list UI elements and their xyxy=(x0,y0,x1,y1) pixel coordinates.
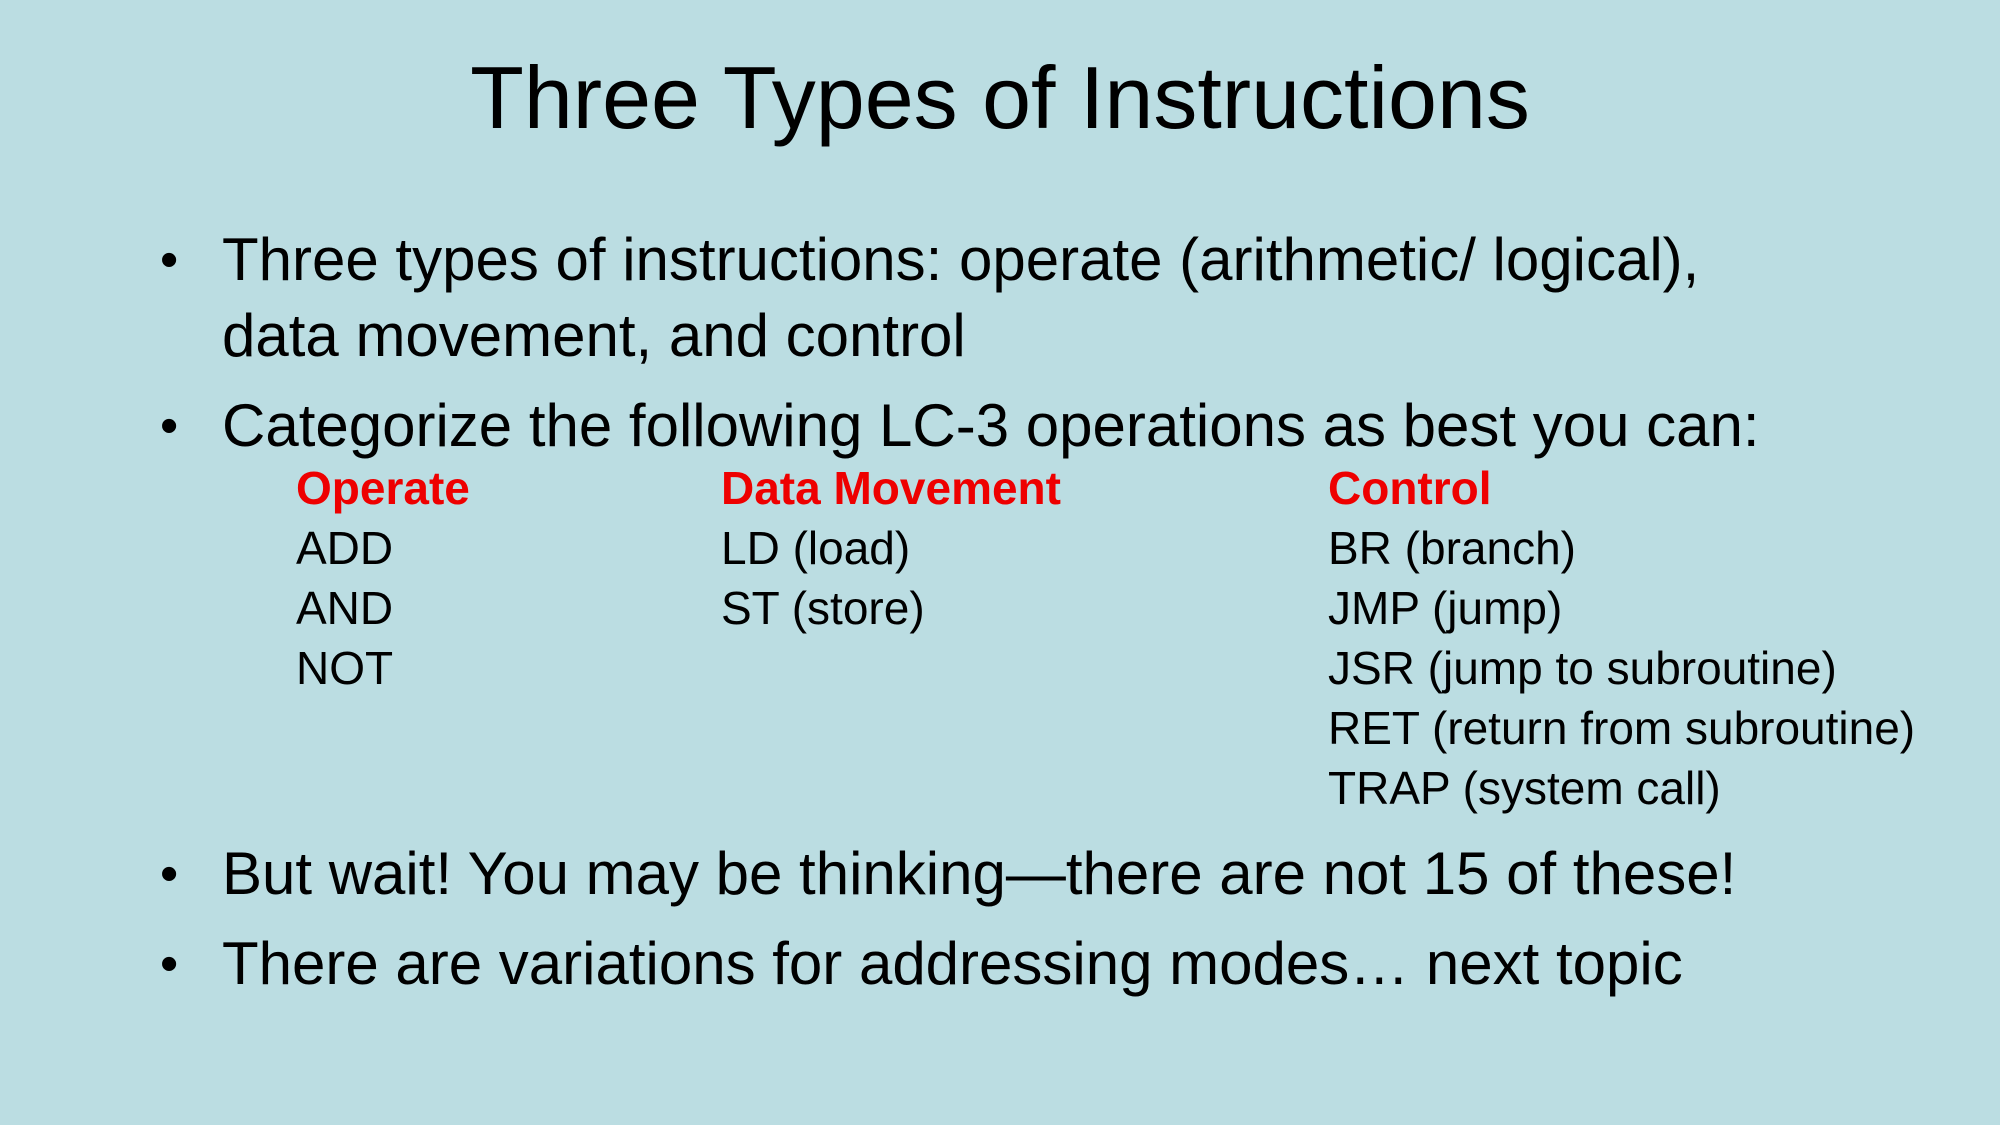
slide-title: Three Types of Instructions xyxy=(470,48,1530,147)
bullet-marker: • xyxy=(160,935,179,993)
instruction-item: ST (store) xyxy=(721,582,925,634)
instruction-item: JMP (jump) xyxy=(1328,582,1563,634)
instruction-item: NOT xyxy=(296,642,394,694)
bullet-text: But wait! You may be thinking—there are … xyxy=(222,840,1737,907)
instruction-item: AND xyxy=(296,582,394,634)
instruction-item: JSR (jump to subroutine) xyxy=(1328,642,1837,694)
instruction-item: LD (load) xyxy=(721,522,911,574)
bullet-line: data movement, and control xyxy=(222,302,966,369)
slide: Three Types of Instructions • Three type… xyxy=(0,0,2000,1125)
category-heading: Data Movement xyxy=(721,462,1061,514)
bullet-text: Categorize the following LC-3 operations… xyxy=(222,392,1760,459)
category-heading: Operate xyxy=(296,462,470,514)
bullet-marker: • xyxy=(160,231,179,289)
instruction-item: TRAP (system call) xyxy=(1328,762,1721,814)
instruction-item: BR (branch) xyxy=(1328,522,1576,574)
bullet-marker: • xyxy=(160,397,179,455)
instruction-item: ADD xyxy=(296,522,394,574)
instruction-item: RET (return from subroutine) xyxy=(1328,702,1916,754)
bullet-text: Three types of instructions: operate (ar… xyxy=(222,222,1699,374)
bullet-text: There are variations for addressing mode… xyxy=(222,930,1683,997)
bullet-line: Three types of instructions: operate (ar… xyxy=(222,226,1700,293)
category-heading: Control xyxy=(1328,462,1492,514)
category-operate: Operate ADD AND NOT xyxy=(296,458,470,698)
category-control: Control BR (branch) JMP (jump) JSR (jump… xyxy=(1328,458,1915,818)
bullet-marker: • xyxy=(160,845,179,903)
category-data-movement: Data Movement LD (load) ST (store) xyxy=(721,458,1061,638)
